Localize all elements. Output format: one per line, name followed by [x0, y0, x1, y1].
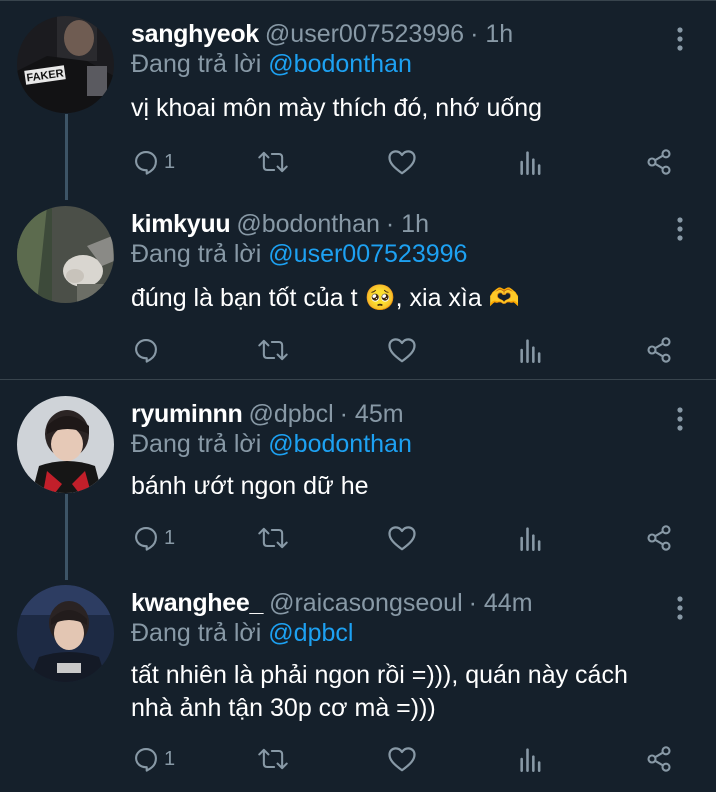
avatar[interactable]	[17, 396, 114, 493]
retweet-button[interactable]	[257, 144, 289, 180]
reply-icon	[135, 748, 157, 772]
mention-link[interactable]: @bodonthan	[268, 50, 412, 78]
tweet-text-line: nhà ảnh tận 30p cơ mà =)))	[131, 694, 436, 722]
like-button[interactable]	[387, 332, 417, 368]
share-button[interactable]	[645, 520, 673, 556]
like-button[interactable]	[387, 520, 417, 556]
user-handle[interactable]: @user007523996	[265, 20, 464, 48]
analytics-button[interactable]	[518, 144, 544, 180]
retweet-button[interactable]	[257, 332, 289, 368]
retweet-icon	[258, 748, 288, 770]
share-icon	[647, 337, 671, 363]
replying-to: Đang trả lời @bodonthan	[131, 430, 412, 459]
tweet-header: kwanghee_ @raicasongseoul · 44m	[131, 585, 533, 621]
timestamp[interactable]: · 1h	[386, 210, 429, 238]
retweet-button[interactable]	[257, 520, 289, 556]
mention-link[interactable]: @user007523996	[268, 240, 467, 268]
reply-icon	[135, 339, 157, 363]
analytics-icon	[520, 527, 541, 551]
like-button[interactable]	[387, 741, 417, 777]
replying-prefix: Đang trả lời	[131, 240, 262, 268]
analytics-button[interactable]	[518, 520, 544, 556]
analytics-icon	[520, 339, 541, 363]
action-bar: 1	[0, 520, 716, 560]
timestamp[interactable]: · 1h	[470, 20, 513, 48]
action-bar: 1	[0, 144, 716, 184]
retweet-icon	[258, 339, 288, 361]
reply-icon	[135, 151, 157, 175]
tweet-text: bánh ướt ngon dữ he	[131, 472, 369, 500]
more-options-icon[interactable]	[670, 24, 690, 54]
reply-icon	[135, 527, 157, 551]
reply-button[interactable]	[132, 332, 164, 368]
replying-prefix: Đang trả lời	[131, 430, 262, 458]
display-name[interactable]: kwanghee_	[131, 589, 263, 617]
action-bar: 1	[0, 741, 716, 781]
mention-link[interactable]: @bodonthan	[268, 430, 412, 458]
display-name[interactable]: ryuminnn	[131, 400, 243, 428]
analytics-button[interactable]	[518, 741, 544, 777]
tweet-text-line: tất nhiên là phải ngon rồi =))), quán nà…	[131, 661, 628, 689]
tweet[interactable]: ryuminnn @dpbcl · 45m Đang trả lời @bodont…	[0, 396, 716, 571]
replying-to: Đang trả lời @bodonthan	[131, 50, 412, 79]
more-options-icon[interactable]	[670, 214, 690, 244]
display-name[interactable]: sanghyeok	[131, 20, 259, 48]
share-icon	[647, 525, 671, 551]
action-bar	[0, 332, 716, 372]
tweet-header: ryuminnn @dpbcl · 45m	[131, 396, 404, 432]
tweet-text: vị khoai môn mày thích đó, nhớ uống	[131, 94, 543, 122]
reply-button[interactable]: 1	[132, 741, 175, 777]
tweet[interactable]: FAKER sanghyeok @user007523996 · 1h Đang t…	[0, 16, 716, 191]
reply-count: 1	[164, 150, 176, 173]
retweet-icon	[258, 527, 288, 549]
timestamp[interactable]: · 45m	[340, 400, 404, 428]
heart-icon	[388, 338, 416, 363]
analytics-icon	[520, 748, 541, 772]
like-button[interactable]	[387, 144, 417, 180]
reply-count: 1	[164, 747, 176, 770]
replying-to: Đang trả lời @user007523996	[131, 240, 467, 269]
tweet-header: kimkyuu @bodonthan · 1h	[131, 206, 429, 242]
replying-to: Đang trả lời @dpbcl	[131, 619, 353, 648]
share-icon	[647, 149, 671, 175]
avatar[interactable]: FAKER	[17, 16, 114, 113]
user-handle[interactable]: @dpbcl	[249, 400, 334, 428]
divider	[0, 0, 716, 1]
tweet[interactable]: kwanghee_ @raicasongseoul · 44m Đang trả l…	[0, 585, 716, 792]
divider	[0, 379, 716, 380]
tweet[interactable]: kimkyuu @bodonthan · 1h Đang trả lời @user…	[0, 206, 716, 376]
avatar[interactable]	[17, 585, 114, 682]
heart-icon	[388, 747, 416, 772]
share-button[interactable]	[645, 144, 673, 180]
more-options-icon[interactable]	[670, 404, 690, 434]
user-handle[interactable]: @bodonthan	[236, 210, 380, 238]
mention-link[interactable]: @dpbcl	[268, 619, 353, 647]
retweet-icon	[258, 151, 288, 173]
heart-icon	[388, 526, 416, 551]
tweet-header: sanghyeok @user007523996 · 1h	[131, 16, 513, 52]
replying-prefix: Đang trả lời	[131, 619, 262, 647]
share-button[interactable]	[645, 332, 673, 368]
heart-icon	[388, 150, 416, 175]
more-options-icon[interactable]	[670, 593, 690, 623]
avatar[interactable]	[17, 206, 114, 303]
user-handle[interactable]: @raicasongseoul	[269, 589, 463, 617]
retweet-button[interactable]	[257, 741, 289, 777]
tweet-text: tất nhiên là phải ngon rồi =))), quán nà…	[131, 659, 691, 725]
analytics-button[interactable]	[518, 332, 544, 368]
reply-button[interactable]: 1	[132, 520, 175, 556]
reply-count: 1	[164, 526, 176, 549]
display-name[interactable]: kimkyuu	[131, 210, 231, 238]
analytics-icon	[520, 151, 541, 175]
replying-prefix: Đang trả lời	[131, 50, 262, 78]
timestamp[interactable]: · 44m	[469, 589, 533, 617]
share-button[interactable]	[645, 741, 673, 777]
share-icon	[647, 746, 671, 772]
tweet-text: đúng là bạn tốt của t 🥺, xia xìa 🫶	[131, 284, 520, 312]
reply-button[interactable]: 1	[132, 144, 175, 180]
